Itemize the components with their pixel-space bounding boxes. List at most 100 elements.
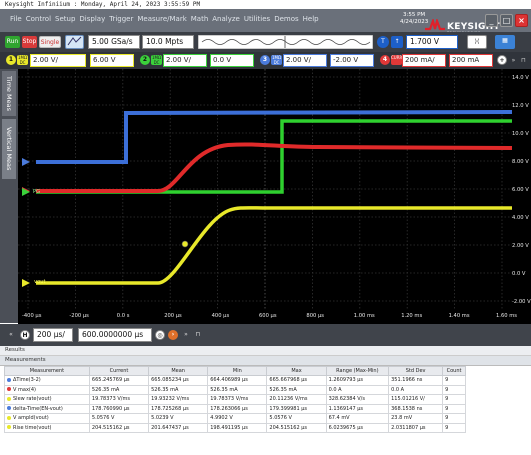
measurement-color-icon (7, 425, 11, 430)
autoscale-button[interactable] (65, 35, 84, 49)
tab-vertical-meas[interactable]: Vertical Meas (2, 119, 16, 179)
measurement-value-cell: 19.78373 V/ms (88, 394, 150, 405)
channel-4-coupling-icon[interactable]: CURR (391, 55, 402, 65)
measurement-value-cell: 5.0576 V (88, 413, 150, 424)
table-row[interactable]: delta-Time(EN-vout) 178.760990 µs 178.7252… (4, 403, 466, 414)
measurement-value-cell: 526.35 mA (148, 384, 209, 395)
channel-1-coupling-icon[interactable]: 1MΩ DC (17, 55, 28, 65)
table-header-row: Measurement Current Mean Min Max Range (Max-M… (4, 366, 466, 376)
channel-1-scale-field[interactable]: 2.00 V/ (30, 54, 86, 67)
pin-icon[interactable]: ⊓ (519, 55, 528, 67)
column-header[interactable]: Mean (148, 366, 209, 376)
menu-bar: File Control Setup Display Trigger Measure/Ma… (0, 9, 531, 35)
measurement-value-cell: 9 (442, 375, 466, 386)
channel-3-offset-field[interactable]: -2.00 V (330, 54, 374, 67)
channel-2-scale-field[interactable]: 2.00 V/ (163, 54, 207, 67)
memory-depth-field[interactable]: 10.0 Mpts (142, 35, 194, 49)
menu-setup[interactable]: Setup (55, 15, 75, 23)
x-tick-label: 1.20 ms (401, 313, 423, 319)
measurement-value-cell: 9 (442, 394, 466, 405)
column-header[interactable]: Max (266, 366, 327, 376)
menu-demos[interactable]: Demos (274, 15, 298, 23)
stop-button[interactable]: Stop (22, 36, 37, 48)
channel-4-scale-field[interactable]: 200 mA/ (402, 54, 446, 67)
column-header[interactable]: Measurement (4, 366, 90, 376)
add-channel-button[interactable]: + (497, 55, 507, 65)
waveform-display[interactable]: PG vout EN (18, 69, 512, 323)
trigger-source-icon[interactable]: T (377, 36, 389, 48)
single-button[interactable]: Single (39, 36, 61, 48)
minimize-button[interactable]: _ (485, 14, 498, 27)
menu-file[interactable]: File (10, 15, 22, 23)
x-tick-label: 200 µs (164, 313, 182, 319)
table-row[interactable]: Slew rate(vout) 19.78373 V/ms 19.93232 V/m… (4, 394, 466, 405)
measurement-color-icon (7, 387, 11, 392)
table-body: ΔTime(3-2) 665.245769 µs 665.085234 µs 664.… (4, 375, 466, 433)
column-header[interactable]: Std Dev (388, 366, 444, 376)
measurement-name: V max(4) (13, 386, 36, 393)
y-tick-label: 10.0 V (512, 131, 529, 137)
expand-arrow-icon[interactable]: » (181, 329, 191, 341)
tab-time-meas[interactable]: Time Meas (2, 71, 16, 116)
measurement-value-cell: 5.0239 V (148, 413, 209, 424)
y-tick-label: 12.0 V (512, 103, 529, 109)
menu-display[interactable]: Display (79, 15, 105, 23)
menu-control[interactable]: Control (26, 15, 51, 23)
column-header[interactable]: Range (Max-Min) (325, 366, 390, 376)
channel-1-icon[interactable]: 1 (6, 55, 16, 65)
sample-rate-field[interactable]: 5.00 GSa/s (88, 35, 140, 49)
channel-3-scale-field[interactable]: 2.00 V/ (283, 54, 327, 67)
run-button[interactable]: Run (5, 36, 20, 48)
channel-2-coupling-icon[interactable]: 1MΩ DC (151, 55, 162, 65)
trigger-level-field[interactable]: 1.700 V (406, 35, 458, 49)
y-tick-label: 8.00 V (512, 159, 529, 165)
more-arrow-icon[interactable]: » (509, 55, 518, 67)
y-tick-label: 14.0 V (512, 75, 529, 81)
vout-label: vout (34, 279, 46, 285)
timebase-scale-field[interactable]: 200 µs/ (33, 328, 73, 342)
horizontal-icon[interactable]: H (20, 330, 30, 340)
column-header[interactable]: Count (442, 366, 466, 376)
measurement-color-icon (7, 406, 11, 411)
table-row[interactable]: Rise time(vout) 204.515162 µs 201.647437 µ… (4, 422, 466, 433)
measurement-value-cell: 198.491195 µs (207, 422, 268, 433)
menu-measure-mark[interactable]: Measure/Mark (137, 15, 186, 23)
close-button[interactable]: × (515, 14, 528, 27)
channel-4-icon[interactable]: 4 (380, 55, 390, 65)
menu-utilities[interactable]: Utilities (244, 15, 270, 23)
channel-2-offset-field[interactable]: 0.0 V (210, 54, 254, 67)
channel-3-icon[interactable]: 3 (260, 55, 270, 65)
measurement-name: Rise time(vout) (13, 424, 52, 431)
table-row[interactable]: V max(4) 526.35 mA 526.35 mA 526.35 mA 526.3… (4, 384, 466, 395)
menu-math[interactable]: Math (191, 15, 209, 23)
menu-trigger[interactable]: Trigger (109, 15, 133, 23)
measurement-color-icon (7, 377, 11, 382)
measurement-value-cell: 664.406989 µs (207, 375, 268, 386)
maximize-button[interactable]: □ (500, 14, 513, 27)
menu-analyze[interactable]: Analyze (212, 15, 240, 23)
channel-4-offset-field[interactable]: 200 mA (449, 54, 493, 67)
waveform-canvas[interactable] (18, 69, 512, 323)
help-button[interactable]: ▦ (495, 35, 515, 49)
column-header[interactable]: Current (88, 366, 150, 376)
trigger-slope-icon[interactable]: ↑ (391, 36, 403, 48)
column-header[interactable]: Min (207, 366, 268, 376)
pin-icon-2[interactable]: ⊓ (193, 329, 203, 341)
delay-toggle-icon[interactable]: › (168, 330, 178, 340)
menu-help[interactable]: Help (303, 15, 319, 23)
measurement-name-cell: ΔTime(3-2) (4, 375, 90, 386)
delay-reference-icon[interactable]: ◎ (155, 330, 165, 340)
measurement-value-cell: 368.1538 ns (388, 403, 444, 414)
channel-1-offset-field[interactable]: 6.00 V (90, 54, 134, 67)
channel-2-icon[interactable]: 2 (140, 55, 150, 65)
measurement-value-cell: 526.35 mA (266, 384, 327, 395)
timebase-position-field[interactable]: 600.0000000 µs (78, 328, 152, 342)
zoom-button[interactable]: ⟩⟨ (467, 35, 487, 49)
measurement-value-cell: 9 (442, 384, 466, 395)
collapse-arrow-icon[interactable]: « (6, 329, 16, 341)
channel-3-coupling-icon[interactable]: 1MΩ DC (271, 55, 282, 65)
timebase-bar: « H 200 µs/ 600.0000000 µs ◎ › » ⊓ (0, 324, 531, 346)
table-row[interactable]: V ampld(vout) 5.0576 V 5.0239 V 4.9902 V 5.0… (4, 413, 466, 424)
table-row[interactable]: ΔTime(3-2) 665.245769 µs 665.085234 µs 664.… (4, 375, 466, 386)
measurement-color-icon (7, 415, 11, 420)
